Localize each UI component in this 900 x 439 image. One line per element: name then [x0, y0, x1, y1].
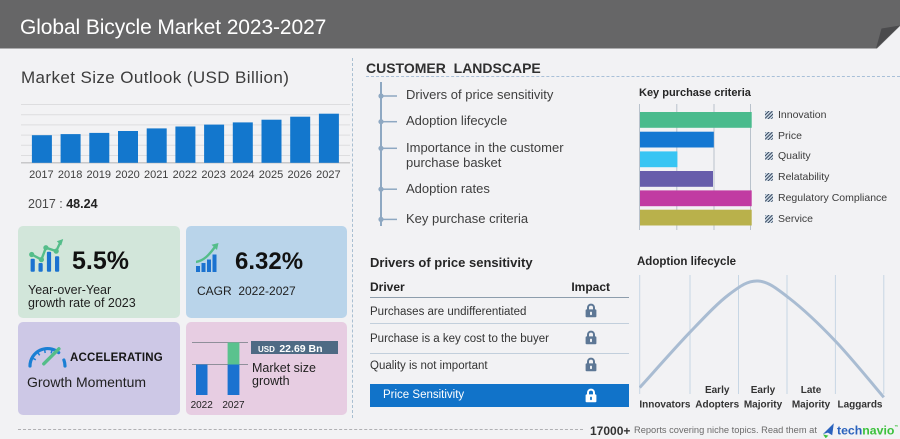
svg-text:2017: 2017: [29, 169, 53, 181]
svg-text:2025: 2025: [259, 169, 283, 181]
svg-text:Innovators: Innovators: [639, 400, 691, 411]
svg-text:technavio™: technavio™: [837, 424, 898, 438]
svg-text:2024: 2024: [230, 169, 254, 181]
svg-text:Early: Early: [751, 385, 776, 396]
svg-text:Majority: Majority: [744, 400, 783, 411]
svg-text:2027: 2027: [222, 400, 245, 411]
svg-text:Majority: Majority: [792, 400, 831, 411]
svg-text:2027: 2027: [316, 169, 340, 181]
svg-text:2021: 2021: [144, 169, 168, 181]
svg-text:2023: 2023: [201, 169, 225, 181]
svg-text:Adopters: Adopters: [695, 400, 739, 411]
svg-text:2022: 2022: [173, 169, 197, 181]
svg-text:Early: Early: [705, 385, 730, 396]
svg-text:Laggards: Laggards: [837, 400, 882, 411]
svg-text:2018: 2018: [58, 169, 82, 181]
svg-text:2022: 2022: [191, 400, 214, 411]
svg-text:2020: 2020: [115, 169, 139, 181]
svg-text:2026: 2026: [287, 169, 311, 181]
svg-text:Late: Late: [801, 385, 822, 396]
svg-text:2019: 2019: [87, 169, 111, 181]
